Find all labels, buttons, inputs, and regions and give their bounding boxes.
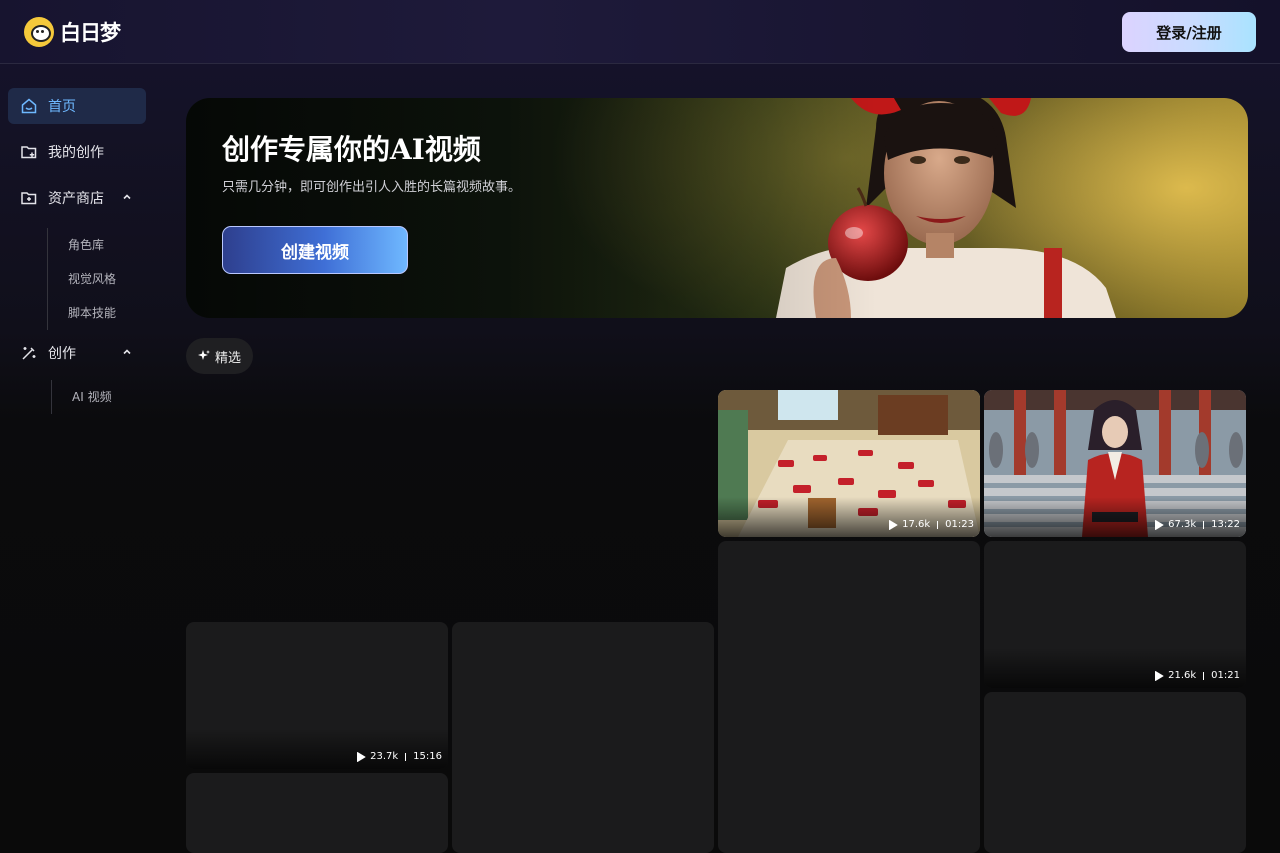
banner-subtitle: 只需几分钟，即可创作出引人入胜的长篇视频故事。 [222,180,522,195]
video-stats: 23.7k 15:16 [356,751,442,762]
create-video-button[interactable]: 创建视频 [222,226,408,274]
video-card-placeholder[interactable] [718,541,980,853]
logo[interactable]: 白日梦 [24,16,121,48]
asset-store-submenu: 角色库 视觉风格 脚本技能 [47,228,116,330]
filter-chip-label: 精选 [215,350,242,366]
video-duration: 13:22 [1211,519,1240,530]
folder-add-icon [21,146,37,159]
chevron-up-icon[interactable] [120,190,134,204]
stats-divider [1203,520,1205,529]
sidebar-item-label: 首页 [48,99,76,115]
home-icon [21,98,37,114]
top-header: 白日梦 登录/注册 [0,0,1280,64]
stats-divider [937,520,939,529]
video-card-placeholder[interactable] [984,692,1246,853]
video-stats: 17.6k 01:23 [888,519,974,530]
play-icon [1155,519,1164,530]
submenu-item-script-skills[interactable]: 脚本技能 [48,296,116,330]
view-count: 21.6k [1168,670,1197,681]
play-icon [889,519,898,530]
logo-text: 白日梦 [60,21,121,45]
filter-chip-featured[interactable]: 精选 [186,338,254,374]
video-card[interactable]: 21.6k 01:21 [984,541,1246,688]
video-card[interactable]: 17.6k 01:23 [718,390,980,537]
sidebar-item-label: 创作 [48,346,76,362]
stats-divider [1203,671,1205,680]
submenu-item-ai-video[interactable]: AI 视频 [52,380,112,414]
video-duration: 01:23 [945,519,974,530]
play-icon [1155,670,1164,681]
video-stats: 21.6k 01:21 [1154,670,1240,681]
view-count: 67.3k [1168,519,1197,530]
video-duration: 01:21 [1211,670,1240,681]
video-stats: 67.3k 13:22 [1154,519,1240,530]
submenu-item-character-library[interactable]: 角色库 [48,228,116,262]
sidebar-item-home[interactable]: 首页 [8,88,146,124]
thumbnail-gradient [718,497,980,537]
sparkle-icon [198,350,210,360]
video-duration: 15:16 [413,751,442,762]
view-count: 17.6k [902,519,931,530]
video-card[interactable]: 23.7k 15:16 [186,622,448,769]
sidebar-item-my-creations[interactable]: 我的创作 [8,134,146,170]
stats-divider [405,752,407,761]
play-icon [357,751,366,762]
video-card-placeholder[interactable] [186,773,448,853]
thumbnail-gradient [984,497,1246,537]
login-register-button[interactable]: 登录/注册 [1122,12,1256,52]
sidebar-item-label: 我的创作 [48,145,104,161]
chevron-up-icon[interactable] [120,345,134,359]
thumbnail-gradient [186,729,448,769]
magic-icon [22,347,36,360]
view-count: 23.7k [370,751,399,762]
sidebar: 首页 我的创作 资产商店 角色库 视觉风格 脚本技能 创作 AI 视频 [0,64,160,853]
thumbnail-gradient [984,648,1246,688]
hero-banner: 创作专属你的AI视频 只需几分钟，即可创作出引人入胜的长篇视频故事。 创建视频 [186,98,1248,318]
sidebar-item-create[interactable]: 创作 [8,335,146,371]
create-submenu: AI 视频 [51,380,112,414]
video-card[interactable]: 67.3k 13:22 [984,390,1246,537]
submenu-item-visual-style[interactable]: 视觉风格 [48,262,116,296]
video-card-placeholder[interactable] [452,622,714,853]
banner-title: 创作专属你的AI视频 [222,133,481,166]
logo-icon [24,17,54,47]
folder-plus-icon [21,192,37,205]
sidebar-item-asset-store[interactable]: 资产商店 [8,180,146,216]
sidebar-item-label: 资产商店 [48,191,104,207]
